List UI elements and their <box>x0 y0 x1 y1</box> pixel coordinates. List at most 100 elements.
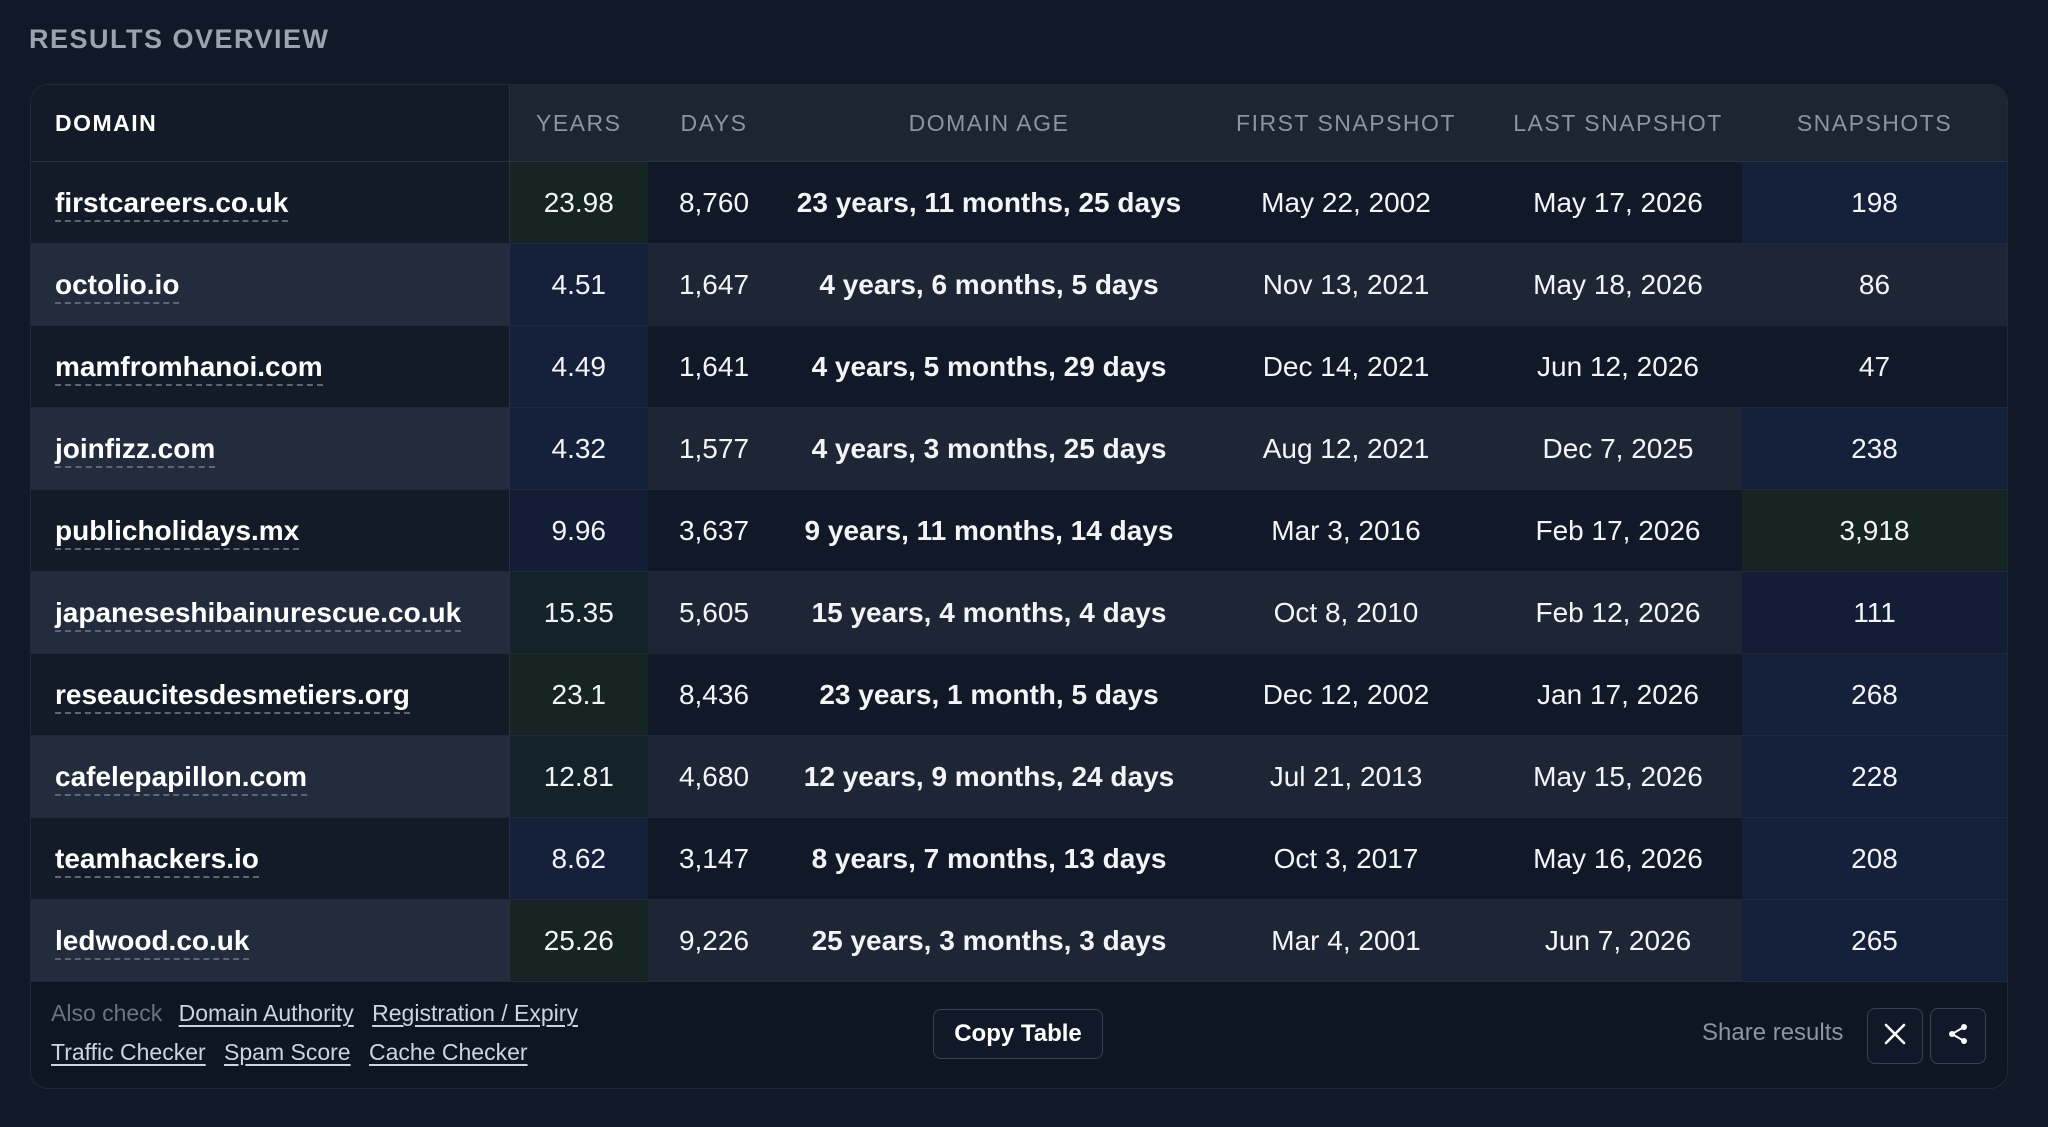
years-cell: 12.81 <box>509 735 648 818</box>
registration-expiry-link[interactable]: Registration / Expiry <box>372 1000 578 1026</box>
years-cell: 4.32 <box>509 407 648 490</box>
domain-link[interactable]: firstcareers.co.uk <box>55 186 289 222</box>
days-cell: 9,226 <box>648 899 780 982</box>
column-header-days[interactable]: DAYS <box>648 85 780 162</box>
domain-link[interactable]: octolio.io <box>55 268 180 304</box>
domain-age-cell: 8 years, 7 months, 13 days <box>780 817 1198 900</box>
first-snapshot-cell: Dec 14, 2021 <box>1198 325 1494 408</box>
table-header-row: DOMAIN YEARS DAYS DOMAIN AGE FIRST SNAPS… <box>31 85 2007 162</box>
domain-cell: publicholidays.mx <box>31 489 510 572</box>
last-snapshot-cell: May 18, 2026 <box>1494 243 1742 326</box>
domain-cell: ledwood.co.uk <box>31 899 510 982</box>
results-table: DOMAIN YEARS DAYS DOMAIN AGE FIRST SNAPS… <box>31 85 2007 982</box>
table-row: mamfromhanoi.com 4.49 1,641 4 years, 5 m… <box>31 325 2007 408</box>
days-cell: 1,577 <box>648 407 780 490</box>
copy-table-button[interactable]: Copy Table <box>933 1009 1103 1059</box>
results-card: DOMAIN YEARS DAYS DOMAIN AGE FIRST SNAPS… <box>30 84 2008 1089</box>
first-snapshot-cell: Jul 21, 2013 <box>1198 735 1494 818</box>
domain-link[interactable]: publicholidays.mx <box>55 514 300 550</box>
column-header-last-snapshot[interactable]: LAST SNAPSHOT <box>1494 85 1742 162</box>
spam-score-link[interactable]: Spam Score <box>224 1039 351 1065</box>
last-snapshot-cell: Jun 7, 2026 <box>1494 899 1742 982</box>
domain-age-cell: 4 years, 5 months, 29 days <box>780 325 1198 408</box>
domain-cell: firstcareers.co.uk <box>31 161 510 244</box>
first-snapshot-cell: Mar 4, 2001 <box>1198 899 1494 982</box>
snapshots-cell: 86 <box>1742 243 2007 326</box>
table-footer: Also check Domain Authority Registration… <box>31 978 2007 1088</box>
column-header-domain[interactable]: DOMAIN <box>31 85 510 162</box>
domain-cell: mamfromhanoi.com <box>31 325 510 408</box>
domain-link[interactable]: joinfizz.com <box>55 432 216 468</box>
days-cell: 5,605 <box>648 571 780 654</box>
days-cell: 1,641 <box>648 325 780 408</box>
share-button[interactable] <box>1930 1008 1986 1064</box>
table-row: reseaucitesdesmetiers.org 23.1 8,436 23 … <box>31 653 2007 736</box>
also-check-links: Also check Domain Authority Registration… <box>51 994 711 1072</box>
first-snapshot-cell: May 22, 2002 <box>1198 161 1494 244</box>
table-row: ledwood.co.uk 25.26 9,226 25 years, 3 mo… <box>31 899 2007 982</box>
snapshots-cell: 3,918 <box>1742 489 2007 572</box>
years-cell: 25.26 <box>509 899 648 982</box>
years-cell: 8.62 <box>509 817 648 900</box>
first-snapshot-cell: Dec 12, 2002 <box>1198 653 1494 736</box>
section-title: RESULTS OVERVIEW <box>29 24 330 54</box>
domain-age-cell: 4 years, 3 months, 25 days <box>780 407 1198 490</box>
days-cell: 8,760 <box>648 161 780 244</box>
snapshots-cell: 265 <box>1742 899 2007 982</box>
column-header-first-snapshot[interactable]: FIRST SNAPSHOT <box>1198 85 1494 162</box>
share-results-label: Share results <box>1702 1019 1844 1046</box>
table-row: joinfizz.com 4.32 1,577 4 years, 3 month… <box>31 407 2007 490</box>
snapshots-cell: 268 <box>1742 653 2007 736</box>
domain-cell: cafelepapillon.com <box>31 735 510 818</box>
domain-link[interactable]: teamhackers.io <box>55 842 259 878</box>
domain-age-cell: 12 years, 9 months, 24 days <box>780 735 1198 818</box>
snapshots-cell: 198 <box>1742 161 2007 244</box>
column-header-domain-age[interactable]: DOMAIN AGE <box>780 85 1198 162</box>
last-snapshot-cell: Dec 7, 2025 <box>1494 407 1742 490</box>
days-cell: 4,680 <box>648 735 780 818</box>
also-check-label: Also check <box>51 1000 163 1026</box>
last-snapshot-cell: May 16, 2026 <box>1494 817 1742 900</box>
years-cell: 15.35 <box>509 571 648 654</box>
domain-link[interactable]: reseaucitesdesmetiers.org <box>55 678 410 714</box>
domain-cell: reseaucitesdesmetiers.org <box>31 653 510 736</box>
years-cell: 4.51 <box>509 243 648 326</box>
domain-cell: teamhackers.io <box>31 817 510 900</box>
last-snapshot-cell: Feb 12, 2026 <box>1494 571 1742 654</box>
domain-link[interactable]: mamfromhanoi.com <box>55 350 323 386</box>
days-cell: 1,647 <box>648 243 780 326</box>
table-row: firstcareers.co.uk 23.98 8,760 23 years,… <box>31 161 2007 244</box>
last-snapshot-cell: May 15, 2026 <box>1494 735 1742 818</box>
domain-age-cell: 23 years, 11 months, 25 days <box>780 161 1198 244</box>
domain-age-cell: 25 years, 3 months, 3 days <box>780 899 1198 982</box>
snapshots-cell: 228 <box>1742 735 2007 818</box>
domain-link[interactable]: japaneseshibainurescue.co.uk <box>55 596 462 632</box>
domain-age-cell: 15 years, 4 months, 4 days <box>780 571 1198 654</box>
domain-age-cell: 23 years, 1 month, 5 days <box>780 653 1198 736</box>
years-cell: 9.96 <box>509 489 648 572</box>
first-snapshot-cell: Mar 3, 2016 <box>1198 489 1494 572</box>
table-row: teamhackers.io 8.62 3,147 8 years, 7 mon… <box>31 817 2007 900</box>
last-snapshot-cell: May 17, 2026 <box>1494 161 1742 244</box>
domain-link[interactable]: ledwood.co.uk <box>55 924 250 960</box>
column-header-years[interactable]: YEARS <box>509 85 648 162</box>
days-cell: 8,436 <box>648 653 780 736</box>
table-row: japaneseshibainurescue.co.uk 15.35 5,605… <box>31 571 2007 654</box>
days-cell: 3,637 <box>648 489 780 572</box>
x-logo-icon <box>1883 1022 1907 1051</box>
traffic-checker-link[interactable]: Traffic Checker <box>51 1039 206 1065</box>
first-snapshot-cell: Aug 12, 2021 <box>1198 407 1494 490</box>
snapshots-cell: 208 <box>1742 817 2007 900</box>
snapshots-cell: 111 <box>1742 571 2007 654</box>
share-x-button[interactable] <box>1867 1008 1923 1064</box>
table-row: cafelepapillon.com 12.81 4,680 12 years,… <box>31 735 2007 818</box>
years-cell: 23.98 <box>509 161 648 244</box>
domain-cell: joinfizz.com <box>31 407 510 490</box>
table-row: octolio.io 4.51 1,647 4 years, 6 months,… <box>31 243 2007 326</box>
domain-link[interactable]: cafelepapillon.com <box>55 760 308 796</box>
domain-authority-link[interactable]: Domain Authority <box>179 1000 354 1026</box>
snapshots-cell: 47 <box>1742 325 2007 408</box>
cache-checker-link[interactable]: Cache Checker <box>369 1039 528 1065</box>
column-header-snapshots[interactable]: SNAPSHOTS <box>1742 85 2007 162</box>
first-snapshot-cell: Oct 8, 2010 <box>1198 571 1494 654</box>
